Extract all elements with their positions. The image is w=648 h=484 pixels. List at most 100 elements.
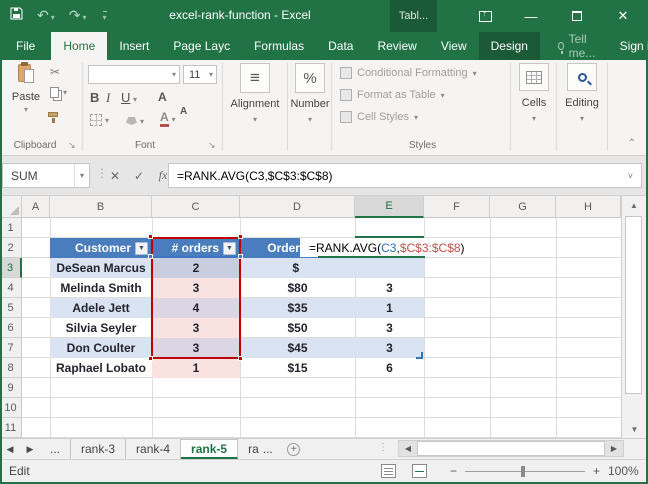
collapse-ribbon-icon[interactable]: ⌃ bbox=[628, 138, 636, 149]
font-name-combo[interactable]: ▾ bbox=[88, 65, 180, 84]
zoom-slider[interactable] bbox=[465, 465, 586, 477]
scroll-down-icon[interactable]: ▼ bbox=[622, 420, 647, 438]
sheet-tab-truncated[interactable]: ra bbox=[238, 439, 261, 459]
row-header-10[interactable]: 10 bbox=[0, 398, 22, 418]
horizontal-scrollbar[interactable]: ◀ ▶ bbox=[398, 440, 624, 457]
row-header-8[interactable]: 8 bbox=[0, 358, 22, 378]
sheet-tab-overflow-right[interactable]: ... bbox=[261, 439, 283, 459]
close-button[interactable]: ✕ bbox=[600, 0, 646, 32]
row-header-6[interactable]: 6 bbox=[0, 318, 22, 338]
sheet-tab-rank-3[interactable]: rank-3 bbox=[71, 439, 127, 459]
cell-e6[interactable]: 3 bbox=[355, 318, 424, 338]
cell-b5[interactable]: Adele Jett bbox=[50, 298, 152, 318]
zoom-slider-thumb[interactable] bbox=[521, 465, 526, 477]
select-all-button[interactable] bbox=[0, 196, 22, 218]
tab-insert[interactable]: Insert bbox=[107, 32, 161, 60]
cell-b7[interactable]: Don Coulter bbox=[50, 338, 152, 358]
formula-input[interactable]: =RANK.AVG(C3,$C$3:$C$8) ˅ bbox=[168, 163, 642, 188]
table-tools-contextual-tab[interactable]: Tabl... bbox=[390, 0, 437, 32]
save-icon[interactable] bbox=[10, 7, 23, 25]
scroll-up-icon[interactable]: ▲ bbox=[622, 196, 646, 214]
cells-group-button[interactable]: Cells bbox=[513, 63, 555, 124]
cell-e4[interactable]: 3 bbox=[355, 278, 424, 298]
bold-button[interactable]: B bbox=[90, 90, 99, 105]
column-header-b[interactable]: B bbox=[50, 196, 152, 218]
tab-review[interactable]: Review bbox=[365, 32, 428, 60]
tab-file[interactable]: File bbox=[0, 32, 51, 60]
cell-b6[interactable]: Silvia Seyler bbox=[50, 318, 152, 338]
tab-formulas[interactable]: Formulas bbox=[242, 32, 316, 60]
page-layout-view-icon[interactable] bbox=[381, 464, 396, 478]
zoom-out-icon[interactable]: − bbox=[450, 464, 457, 478]
cell-reference-handle[interactable] bbox=[238, 254, 243, 259]
redo-button[interactable]: ↷ ▾ bbox=[69, 7, 87, 25]
tab-data[interactable]: Data bbox=[316, 32, 365, 60]
undo-button[interactable]: ↶ ▾ bbox=[37, 7, 55, 25]
format-as-table-button[interactable]: Format as Table bbox=[340, 89, 445, 101]
column-header-c[interactable]: C bbox=[152, 196, 240, 218]
cell-d7[interactable]: $45 bbox=[240, 338, 355, 358]
ribbon-display-options-button[interactable] bbox=[462, 0, 508, 32]
row-header-2[interactable]: 2 bbox=[0, 238, 22, 258]
cell-d6[interactable]: $50 bbox=[240, 318, 355, 338]
cell-c8[interactable]: 1 bbox=[152, 358, 240, 378]
underline-button[interactable]: U bbox=[121, 90, 130, 105]
tab-design[interactable]: Design bbox=[478, 32, 540, 60]
borders-button[interactable] bbox=[90, 114, 109, 126]
font-dialog-launcher-icon[interactable]: ↘ bbox=[208, 140, 216, 151]
sheet-next-icon[interactable]: ▶ bbox=[20, 439, 40, 459]
paste-button[interactable]: Paste bbox=[6, 62, 46, 130]
conditional-formatting-button[interactable]: Conditional Formatting bbox=[340, 67, 477, 79]
column-header-f[interactable]: F bbox=[424, 196, 490, 218]
horizontal-scrollbar-thumb[interactable] bbox=[417, 441, 605, 456]
range-handle[interactable] bbox=[238, 356, 243, 361]
zoom-level[interactable]: 100% bbox=[608, 464, 639, 478]
row-header-7[interactable]: 7 bbox=[0, 338, 22, 358]
clipboard-dialog-launcher-icon[interactable]: ↘ bbox=[68, 140, 76, 151]
table-resize-handle[interactable] bbox=[416, 352, 423, 359]
maximize-button[interactable] bbox=[554, 0, 600, 32]
tab-view[interactable]: View bbox=[429, 32, 479, 60]
row-header-3[interactable]: 3 bbox=[0, 258, 22, 278]
cancel-button[interactable]: ✕ bbox=[104, 169, 126, 183]
editing-group-button[interactable]: Editing bbox=[559, 63, 605, 124]
column-header-e[interactable]: E bbox=[355, 196, 424, 218]
cut-button[interactable]: ✂ bbox=[50, 66, 60, 79]
number-group-button[interactable]: % Number bbox=[289, 63, 331, 125]
range-handle[interactable] bbox=[148, 234, 153, 239]
tell-me-box[interactable]: Tell me... bbox=[550, 32, 606, 60]
chevron-down-icon[interactable]: ▾ bbox=[73, 164, 89, 187]
font-color-button[interactable]: A bbox=[160, 110, 176, 128]
underline-dropdown[interactable] bbox=[133, 93, 137, 105]
customize-qat-button[interactable]: ▾ bbox=[101, 7, 107, 25]
sheet-prev-icon[interactable]: ◀ bbox=[0, 439, 20, 459]
cell-b4[interactable]: Melinda Smith bbox=[50, 278, 152, 298]
cell-e8[interactable]: 6 bbox=[355, 358, 424, 378]
name-box[interactable]: SUM ▾ bbox=[2, 163, 90, 188]
enter-button[interactable]: ✓ bbox=[128, 169, 150, 183]
cell-d8[interactable]: $15 bbox=[240, 358, 355, 378]
alignment-group-button[interactable]: ≡ Alignment bbox=[226, 63, 284, 125]
page-break-preview-icon[interactable] bbox=[412, 464, 427, 478]
row-header-9[interactable]: 9 bbox=[0, 378, 22, 398]
row-header-5[interactable]: 5 bbox=[0, 298, 22, 318]
range-handle[interactable] bbox=[148, 356, 153, 361]
copy-button[interactable] bbox=[50, 86, 67, 98]
cell-d3[interactable]: $ bbox=[240, 258, 355, 278]
cell-e5[interactable]: 1 bbox=[355, 298, 424, 318]
column-header-d[interactable]: D bbox=[240, 196, 355, 218]
cell-e7[interactable]: 3 bbox=[355, 338, 424, 358]
column-header-g[interactable]: G bbox=[490, 196, 556, 218]
scrollbar-resize-handle[interactable]: ⋮ bbox=[378, 442, 388, 453]
cell-e3[interactable] bbox=[355, 258, 424, 278]
italic-button[interactable]: I bbox=[106, 90, 110, 106]
zoom-in-icon[interactable]: + bbox=[593, 464, 600, 478]
vertical-scrollbar[interactable]: ▲ ▼ bbox=[621, 196, 646, 438]
sheet-tab-rank-5[interactable]: rank-5 bbox=[181, 439, 239, 459]
scroll-left-icon[interactable]: ◀ bbox=[399, 444, 417, 453]
in-cell-editor[interactable]: =RANK.AVG(C3, $C$3:$C$8) bbox=[300, 238, 465, 257]
column-header-h[interactable]: H bbox=[556, 196, 621, 218]
new-sheet-button[interactable]: + bbox=[283, 439, 305, 459]
fill-color-button[interactable] bbox=[126, 115, 144, 127]
paste-dropdown[interactable] bbox=[6, 103, 46, 115]
